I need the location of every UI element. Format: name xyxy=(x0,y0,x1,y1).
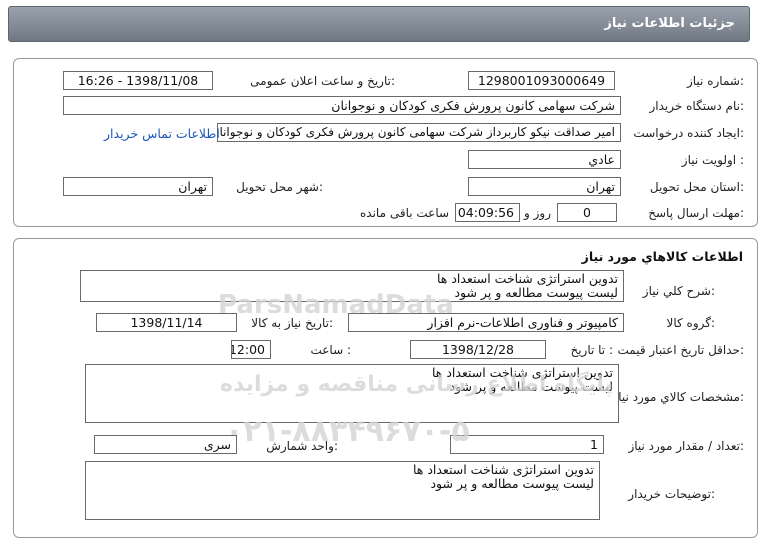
info-panel: شماره نياز: 1298001093000649 تاريخ و ساع… xyxy=(13,58,758,227)
specs-line-1: تدوين استراتژی شناخت استعداد ها xyxy=(431,365,613,380)
deadline-label: مهلت ارسال پاسخ: xyxy=(648,206,744,220)
need-date-field[interactable]: 1398/11/14 xyxy=(96,313,237,332)
validity-time-label: ساعت : xyxy=(310,343,351,357)
buyer-org-label: نام دستگاه خريدار: xyxy=(649,99,745,113)
notes-line-2: ليست پيوست مطالعه و پر شود xyxy=(430,476,594,491)
city-field[interactable]: تهران xyxy=(63,177,213,196)
province-label: استان محل تحويل: xyxy=(649,180,744,194)
qty-field[interactable]: 1 xyxy=(450,435,604,454)
validity-to-label: تا تاريخ : xyxy=(570,343,613,357)
priority-label: اولويت نياز : xyxy=(681,153,744,167)
province-field[interactable]: تهران xyxy=(468,177,621,196)
buyer-notes-field[interactable]: تدوين استراتژی شناخت استعداد ها ليست پيو… xyxy=(85,461,600,520)
need-date-label: تاريخ نياز به کالا: xyxy=(251,316,333,330)
deadline-remaining-label: ساعت باقی مانده xyxy=(360,206,450,220)
validity-time-field[interactable]: 12:00 xyxy=(231,340,271,359)
specs-label: مشخصات کالاي مورد نياز: xyxy=(612,390,744,404)
deadline-days-field[interactable]: 0 xyxy=(557,203,617,222)
deadline-time-field[interactable]: 04:09:56 xyxy=(455,203,520,222)
need-number-field[interactable]: 1298001093000649 xyxy=(468,71,615,90)
deadline-day-word: روز و xyxy=(524,206,551,220)
validity-date-field[interactable]: 1398/12/28 xyxy=(410,340,546,359)
validity-label: حداقل تاريخ اعتبار قيمت: xyxy=(617,343,744,357)
announce-field[interactable]: 1398/11/08 - 16:26 xyxy=(63,71,213,90)
creator-label: ايجاد کننده درخواست: xyxy=(633,126,744,140)
need-number-label: شماره نياز: xyxy=(686,74,744,88)
city-label: شهر محل تحويل: xyxy=(236,180,323,194)
summary-field[interactable]: تدوين استراتژی شناخت استعداد ها ليست پيو… xyxy=(80,270,624,302)
group-field[interactable]: کامپيوتر و فناوری اطلاعات-نرم افزار xyxy=(348,313,624,332)
buyer-notes-label: توضيحات خريدار: xyxy=(628,487,715,501)
announce-label: تاريخ و ساعت اعلان عمومی: xyxy=(250,74,395,88)
page-header: جزئيات اطلاعات نياز xyxy=(8,6,750,42)
group-label: گروه کالا: xyxy=(666,316,716,330)
specs-line-2: ليست پيوست مطالعه و پر شود xyxy=(449,379,613,394)
notes-line-1: تدوين استراتژی شناخت استعداد ها xyxy=(412,462,594,477)
goods-section-title: اطلاعات کالاهاي مورد نياز xyxy=(581,249,743,264)
specs-field[interactable]: تدوين استراتژی شناخت استعداد ها ليست پيو… xyxy=(85,364,619,423)
buyer-org-field[interactable]: شرکت سهامی کانون پرورش فکری کودکان و نوج… xyxy=(63,96,621,115)
summary-line-1: تدوين استراتژی شناخت استعداد ها xyxy=(436,271,618,286)
creator-field[interactable]: امير صداقت نيکو کاربرداز شرکت سهامی کانو… xyxy=(217,123,621,142)
qty-label: تعداد / مقدار مورد نياز: xyxy=(628,439,744,453)
page-title: جزئيات اطلاعات نياز xyxy=(604,16,735,31)
summary-line-2: ليست پيوست مطالعه و پر شود xyxy=(454,285,618,300)
summary-label: شرح کلي نياز: xyxy=(642,284,715,298)
unit-label: واحد شمارش: xyxy=(266,439,338,453)
unit-field[interactable]: سری xyxy=(94,435,237,454)
goods-panel: اطلاعات کالاهاي مورد نياز شرح کلي نياز: … xyxy=(13,238,758,538)
priority-field[interactable]: عادي xyxy=(468,150,621,169)
contact-info-link[interactable]: اطلاعات تماس خريدار xyxy=(104,126,220,141)
